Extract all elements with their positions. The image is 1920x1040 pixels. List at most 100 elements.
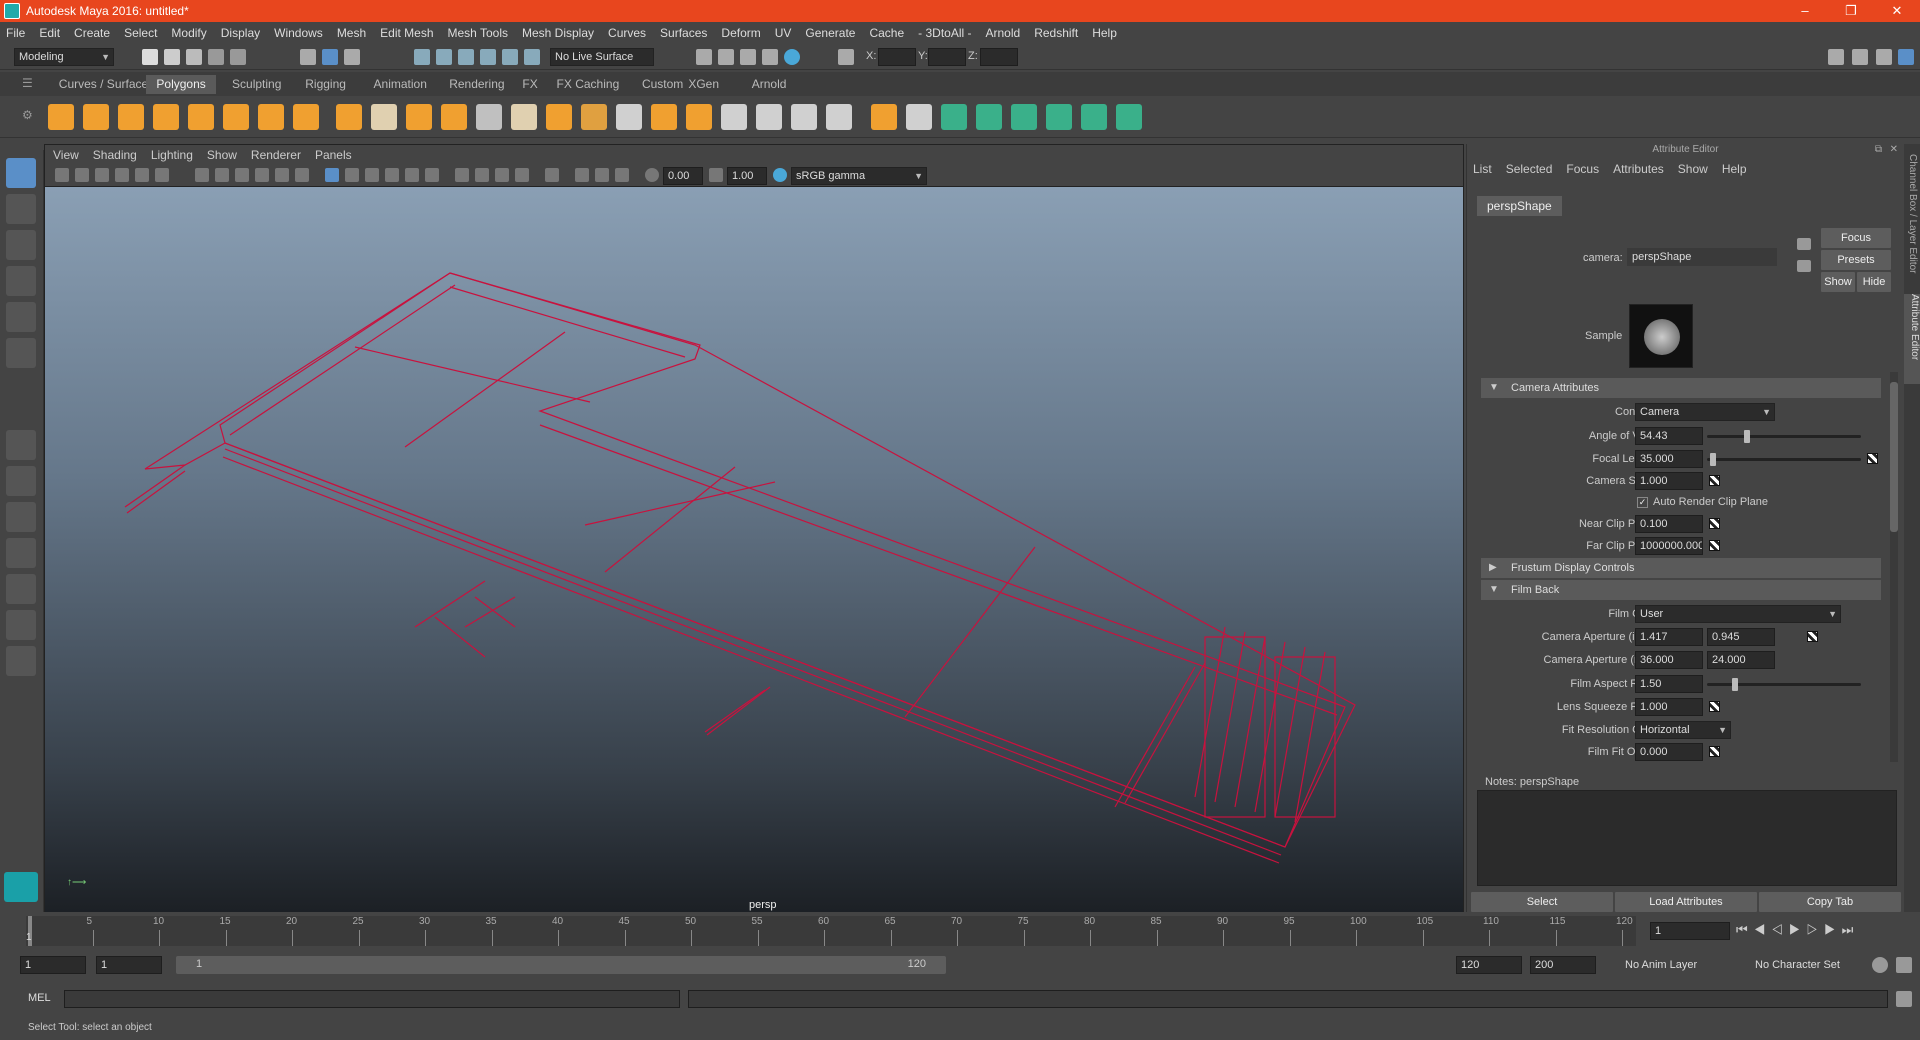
save-scene-icon[interactable]: [186, 49, 202, 65]
menu-surfaces[interactable]: Surfaces: [660, 26, 707, 40]
view-transform-dropdown[interactable]: sRGB gamma ▼: [791, 167, 927, 185]
tab-polygons[interactable]: Polygons: [146, 75, 216, 94]
render-settings-icon[interactable]: [762, 49, 778, 65]
ae-menu-help[interactable]: Help: [1722, 162, 1747, 176]
tab-rigging[interactable]: Rigging: [295, 75, 356, 94]
float-panel-icon[interactable]: ⧉: [1875, 144, 1882, 155]
ipr-render-icon[interactable]: [740, 49, 756, 65]
exposure-field[interactable]: 0.00: [663, 167, 703, 185]
aperture-mm-y-field[interactable]: 24.000: [1707, 651, 1775, 669]
close-panel-icon[interactable]: ✕: [1890, 144, 1898, 155]
snap-pivot-icon[interactable]: [524, 49, 540, 65]
tab-perspshape[interactable]: perspShape: [1477, 196, 1562, 216]
screen-space-ao-icon[interactable]: [455, 168, 469, 182]
channel-box-toggle-icon[interactable]: [1852, 49, 1868, 65]
lasso-tool-icon[interactable]: [6, 194, 36, 224]
2d-pan-zoom-icon[interactable]: [135, 168, 149, 182]
menu-mesh-display[interactable]: Mesh Display: [522, 26, 594, 40]
presets-button[interactable]: Presets: [1821, 250, 1891, 270]
resolution-gate-icon[interactable]: [235, 168, 249, 182]
viewport-menu-shading[interactable]: Shading: [93, 148, 137, 162]
single-perspective-layout-icon[interactable]: [6, 430, 36, 460]
append-icon[interactable]: [756, 104, 782, 130]
select-hierarchy-icon[interactable]: [300, 49, 316, 65]
menu-file[interactable]: File: [6, 26, 25, 40]
gate-mask-icon[interactable]: [255, 168, 269, 182]
poly-cube-icon[interactable]: [83, 104, 109, 130]
film-aspect-slider-handle[interactable]: [1732, 678, 1739, 691]
menu-edit[interactable]: Edit: [39, 26, 60, 40]
select-component-icon[interactable]: [344, 49, 360, 65]
tab-fx[interactable]: FX: [512, 75, 547, 94]
focal-length-slider[interactable]: [1707, 453, 1861, 466]
select-button[interactable]: Select: [1471, 892, 1613, 912]
frustum-display-section[interactable]: ▶ Frustum Display Controls: [1481, 558, 1881, 578]
camera-node-field[interactable]: perspShape: [1627, 248, 1777, 266]
lens-squeeze-field[interactable]: 1.000: [1635, 698, 1703, 716]
menu-select[interactable]: Select: [124, 26, 157, 40]
snap-point-icon[interactable]: [458, 49, 474, 65]
y-field[interactable]: [928, 48, 966, 66]
menu-modify[interactable]: Modify: [171, 26, 206, 40]
range-slider[interactable]: 1 120: [176, 956, 946, 974]
tab-arnold[interactable]: Arnold: [742, 75, 797, 94]
insert-edge-loop-icon[interactable]: [581, 104, 607, 130]
camera-scale-map-icon[interactable]: [1709, 475, 1720, 486]
menu-help[interactable]: Help: [1092, 26, 1117, 40]
ae-menu-selected[interactable]: Selected: [1506, 162, 1553, 176]
poly-sphere-icon[interactable]: [48, 104, 74, 130]
angle-of-view-slider[interactable]: [1707, 430, 1861, 443]
hide-button[interactable]: Hide: [1857, 272, 1891, 292]
script-editor-icon[interactable]: [1896, 991, 1912, 1007]
notes-textarea[interactable]: [1477, 790, 1897, 886]
poly-plane-icon[interactable]: [223, 104, 249, 130]
minimize-button[interactable]: –: [1782, 0, 1828, 22]
anim-end-field[interactable]: 200: [1530, 956, 1596, 974]
viewport-menu-renderer[interactable]: Renderer: [251, 148, 301, 162]
uv-editor-icon[interactable]: [1011, 104, 1037, 130]
film-aspect-field[interactable]: 1.50: [1635, 675, 1703, 693]
multi-cut-icon[interactable]: [616, 104, 642, 130]
depth-of-field-icon[interactable]: [515, 168, 529, 182]
menu-curves[interactable]: Curves: [608, 26, 646, 40]
bookmarks-icon[interactable]: [95, 168, 109, 182]
select-tool-icon[interactable]: [6, 158, 36, 188]
poly-cylinder-icon[interactable]: [118, 104, 144, 130]
film-back-section[interactable]: ▼ Film Back: [1481, 580, 1881, 600]
xray-icon[interactable]: [575, 168, 589, 182]
camera-attributes-section[interactable]: ▼ Camera Attributes: [1481, 378, 1881, 398]
aperture-inch-x-field[interactable]: 1.417: [1635, 628, 1703, 646]
automatic-uv-icon[interactable]: [976, 104, 1002, 130]
camera-scale-field[interactable]: 1.000: [1635, 472, 1703, 490]
film-aspect-slider[interactable]: [1707, 678, 1861, 691]
ae-menu-list[interactable]: List: [1473, 162, 1492, 176]
menu-deform[interactable]: Deform: [721, 26, 760, 40]
gamma-icon[interactable]: [709, 168, 723, 182]
cylindrical-uv-icon[interactable]: [906, 104, 932, 130]
focal-length-field[interactable]: 35.000: [1635, 450, 1703, 468]
persp-graph-layout-icon[interactable]: [6, 538, 36, 568]
combine-icon[interactable]: [336, 104, 362, 130]
poly-torus-icon[interactable]: [188, 104, 214, 130]
color-management-icon[interactable]: [773, 168, 787, 182]
show-button[interactable]: Show: [1821, 272, 1855, 292]
separate-icon[interactable]: [371, 104, 397, 130]
film-fit-offset-map-icon[interactable]: [1709, 746, 1720, 757]
time-slider-track[interactable]: 5 10 15 20 25 30 35 40 45 50 55 60 65 70 75 80 85 90 95 100…: [26, 916, 1636, 946]
snap-surface-icon[interactable]: [502, 49, 518, 65]
planar-uv-icon[interactable]: [871, 104, 897, 130]
character-set-dropdown[interactable]: No Character Set: [1750, 956, 1868, 974]
command-language-label[interactable]: MEL: [28, 992, 51, 1004]
film-gate-dropdown[interactable]: User ▼: [1635, 605, 1841, 623]
hypershade-layout-icon[interactable]: [6, 610, 36, 640]
tab-animation[interactable]: Animation: [364, 75, 437, 94]
poly-cone-icon[interactable]: [153, 104, 179, 130]
shadows-icon[interactable]: [425, 168, 439, 182]
animation-prefs-icon[interactable]: [1896, 957, 1912, 973]
anim-layer-dropdown[interactable]: No Anim Layer: [1620, 956, 1744, 974]
near-clip-field[interactable]: 0.100: [1635, 515, 1703, 533]
menu-mesh[interactable]: Mesh: [337, 26, 366, 40]
grease-pencil-icon[interactable]: [155, 168, 169, 182]
image-plane-icon[interactable]: [115, 168, 129, 182]
smooth-icon[interactable]: [406, 104, 432, 130]
